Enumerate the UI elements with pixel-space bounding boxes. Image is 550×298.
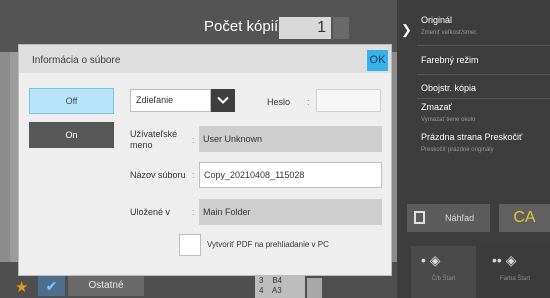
divider: [417, 45, 550, 46]
duplex-copy-item[interactable]: Obojstr. kópia: [421, 83, 476, 93]
color-mode-item[interactable]: Farebný režim: [421, 55, 479, 65]
file-name-label: Názov súboru: [130, 170, 186, 180]
password-colon: :: [307, 97, 310, 107]
erase-item-sub: Vymazať tiene okolo: [421, 117, 476, 123]
color-start-button[interactable]: •• ◈ Farba Štart: [480, 246, 550, 298]
user-name-colon: :: [192, 135, 195, 145]
blank-page-skip-item[interactable]: Prázdna strana Preskočiť: [421, 132, 522, 142]
color-start-label: Farba Štart: [499, 276, 530, 282]
saved-in-colon: :: [192, 207, 195, 217]
share-select[interactable]: Zdieľanie: [130, 89, 211, 112]
create-pdf-checkbox[interactable]: [179, 234, 201, 256]
bw-start-label: Č/b Štart: [431, 276, 456, 282]
copies-arrow-button[interactable]: [333, 17, 349, 39]
erase-item[interactable]: Zmazať: [421, 102, 452, 112]
preview-label: Náhľad: [445, 213, 475, 223]
ok-button[interactable]: OK: [367, 50, 388, 71]
chevron-right-icon[interactable]: ❯: [401, 22, 412, 38]
start-diamond-icon: • ◈: [421, 252, 441, 268]
copies-input[interactable]: 1: [279, 17, 331, 39]
password-label: Heslo: [267, 97, 291, 107]
star-icon[interactable]: ★: [15, 278, 28, 296]
tray-number: 3: [259, 276, 264, 285]
start-diamond-icon: •• ◈: [492, 252, 517, 268]
on-toggle-button[interactable]: On: [29, 122, 114, 148]
saved-in-label: Uložené v: [130, 207, 171, 217]
dialog-title: Informácia o súbore: [32, 55, 121, 66]
original-item-sub: Zmeniť veľkosť/smer.: [421, 30, 478, 36]
off-toggle-button[interactable]: Off: [29, 88, 114, 114]
clear-all-button[interactable]: CA: [499, 204, 550, 232]
share-dropdown-button[interactable]: [211, 89, 235, 112]
tray-size: B4: [272, 276, 283, 285]
file-info-dialog: Informácia o súbore OK Off On Zdieľanie …: [18, 44, 392, 276]
bw-start-button[interactable]: • ◈ Č/b Štart: [411, 246, 476, 298]
divider: [417, 98, 550, 99]
tray-scroll-handle[interactable]: [307, 278, 322, 298]
blank-page-skip-sub: Preskočiť prázdne originály: [421, 147, 494, 153]
tray-size: A3: [271, 286, 282, 295]
tray-number: 4: [259, 286, 264, 295]
dialog-body: Off On Zdieľanie Heslo : Užívateľské men…: [19, 73, 391, 275]
file-name-colon: :: [192, 170, 195, 180]
preview-button[interactable]: Náhľad: [407, 204, 490, 232]
left-edge-panel: [10, 52, 18, 262]
password-field[interactable]: [316, 89, 381, 112]
check-icon[interactable]: ✔: [38, 276, 65, 296]
user-name-field: User Unknown: [199, 126, 382, 152]
divider: [417, 74, 550, 75]
copies-label: Počet kópií: [204, 18, 279, 35]
original-item[interactable]: Originál: [421, 15, 452, 25]
saved-in-field[interactable]: Main Folder: [199, 199, 382, 225]
file-name-input[interactable]: Copy_20210408_115028: [199, 162, 382, 188]
paper-trays[interactable]: 3 B4 4 A3: [255, 274, 305, 298]
user-name-label: Užívateľské meno: [130, 129, 178, 150]
chevron-down-icon: [217, 96, 229, 104]
preview-icon: [414, 211, 425, 224]
create-pdf-label[interactable]: Vytvoriť PDF na prehliadanie v PC: [207, 240, 329, 249]
more-button[interactable]: Ostatné: [68, 276, 144, 296]
